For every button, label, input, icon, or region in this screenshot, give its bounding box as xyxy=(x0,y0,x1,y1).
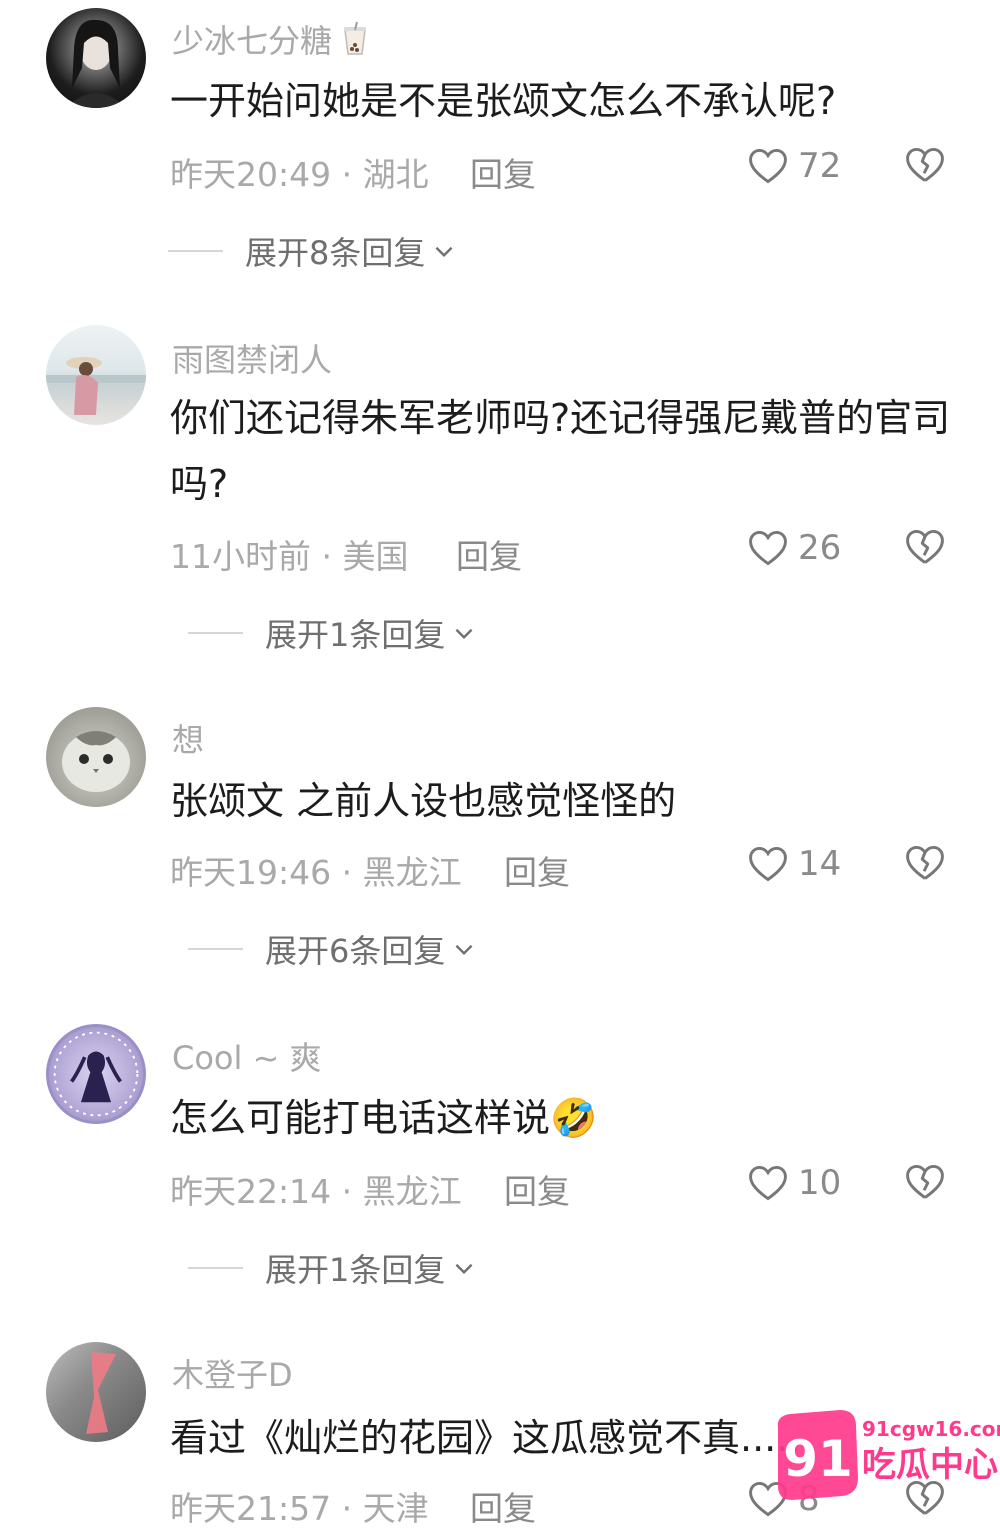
comment-meta: 昨天21:57 · 天津 xyxy=(170,1489,429,1528)
watermark-logo-icon: 91 91cgw16.com 吃瓜中心 xyxy=(777,1410,1000,1500)
reply-button[interactable]: 回复 xyxy=(470,1482,536,1530)
user-avatar[interactable] xyxy=(46,1342,146,1442)
watermark-number: 91 xyxy=(783,1430,853,1488)
comment-item: 木登子D 看过《灿烂的花园》这瓜感觉不真...... 昨天21:57 · 天津 … xyxy=(0,0,1000,1528)
username[interactable]: 木登子D xyxy=(172,1350,293,1396)
pink-abstract-icon xyxy=(86,1352,116,1434)
watermark-site: 91cgw16.com xyxy=(862,1417,1000,1441)
site-watermark: 91 91cgw16.com 吃瓜中心 xyxy=(770,1398,1000,1508)
watermark-name: 吃瓜中心 xyxy=(862,1445,998,1485)
